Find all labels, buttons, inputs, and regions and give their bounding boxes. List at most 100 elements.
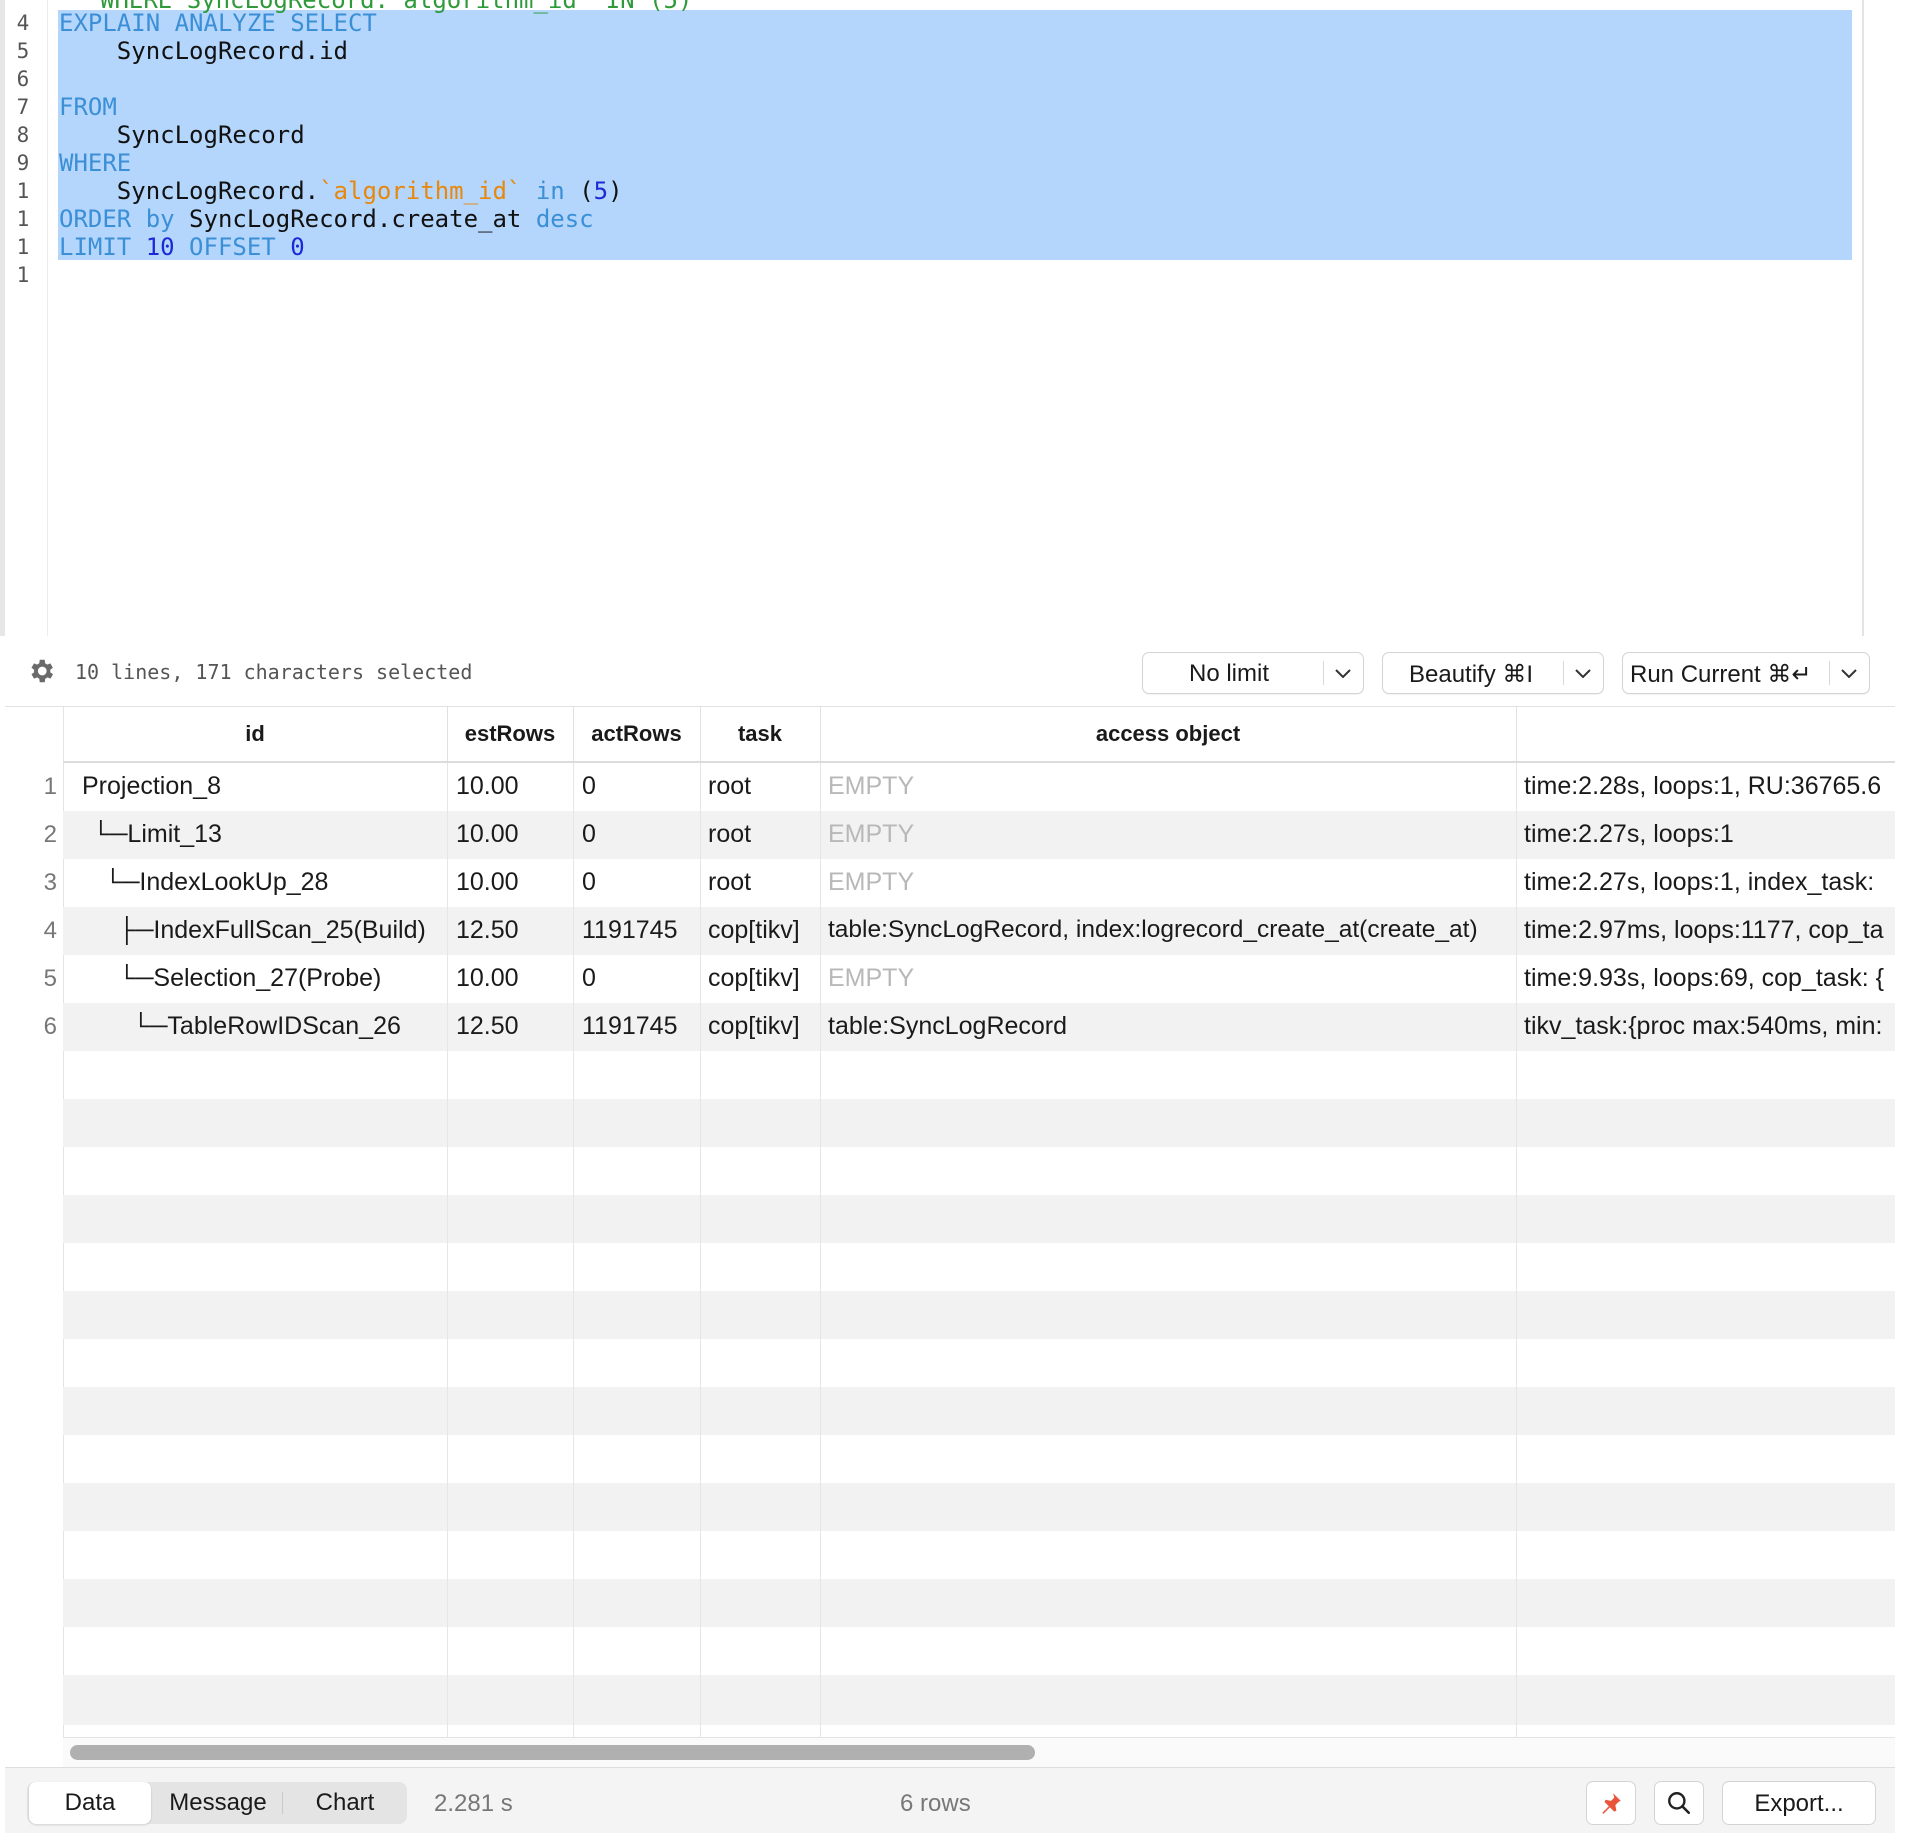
limit-label: No limit (1189, 660, 1270, 687)
cell-actrows[interactable]: 1191745 (582, 1012, 694, 1041)
column-divider (447, 707, 448, 1737)
sql-keyword: EXPLAIN ANALYZE SELECT (59, 9, 377, 37)
cell-execution-info[interactable]: time:2.97ms, loops:1177, cop_ta (1524, 916, 1895, 945)
cell-estrows[interactable]: 10.00 (456, 868, 568, 897)
cell-access-object[interactable]: EMPTY (828, 820, 1512, 849)
cell-task[interactable]: cop[tikv] (708, 964, 818, 993)
cell-task[interactable]: root (708, 868, 818, 897)
cell-access-object[interactable]: table:SyncLogRecord, index:logrecord_cre… (828, 916, 1514, 944)
code-line: EXPLAIN ANALYZE SELECT (59, 9, 377, 37)
limit-dropdown[interactable]: No limit (1142, 652, 1364, 694)
editor-scrollbar[interactable] (1862, 0, 1864, 636)
scrollbar-thumb[interactable] (70, 1745, 1035, 1760)
cell-access-object[interactable]: EMPTY (828, 772, 1512, 801)
line-number: 5 (16, 39, 30, 63)
cell-id[interactable]: └─IndexLookUp_28 (104, 868, 442, 897)
row-number: 5 (43, 965, 57, 992)
cell-actrows[interactable]: 1191745 (582, 916, 694, 945)
cell-estrows[interactable]: 12.50 (456, 1012, 568, 1041)
code-text: ( (579, 177, 594, 205)
sql-keyword: FROM (59, 93, 117, 121)
column-header-id[interactable]: id (63, 707, 448, 761)
cell-id[interactable]: └─TableRowIDScan_26 (132, 1012, 445, 1041)
cell-task[interactable]: root (708, 772, 818, 801)
chevron-down-icon[interactable] (1571, 661, 1595, 685)
gear-icon[interactable] (26, 656, 56, 686)
search-button[interactable] (1654, 1781, 1704, 1825)
line-number: 4 (16, 11, 30, 35)
cell-task[interactable]: cop[tikv] (708, 1012, 818, 1041)
code-line: SyncLogRecord.`algorithm_id` in (5) (59, 177, 623, 205)
cell-execution-info[interactable]: time:2.28s, loops:1, RU:36765.6 (1524, 772, 1895, 801)
row-count: 6 rows (900, 1790, 971, 1817)
cell-access-object[interactable]: EMPTY (828, 868, 1512, 897)
cell-access-object[interactable]: table:SyncLogRecord (828, 1012, 1512, 1041)
cell-estrows[interactable]: 12.50 (456, 916, 568, 945)
cell-estrows[interactable]: 10.00 (456, 964, 568, 993)
sql-keyword: desc (535, 205, 594, 233)
cell-task[interactable]: root (708, 820, 818, 849)
cell-actrows[interactable]: 0 (582, 820, 694, 849)
column-header-execution-info[interactable] (1516, 707, 1895, 761)
query-duration: 2.281 s (434, 1790, 513, 1817)
export-button[interactable]: Export... (1722, 1781, 1876, 1825)
pin-button[interactable] (1586, 1781, 1636, 1825)
cell-id[interactable]: └─Limit_13 (92, 820, 442, 849)
search-icon (1668, 1792, 1691, 1815)
run-current-label: Run Current ⌘↵ (1630, 661, 1812, 688)
run-current-button[interactable]: Run Current ⌘↵ (1622, 652, 1870, 694)
row-number-column (5, 707, 64, 1737)
sql-keyword: LIMIT (59, 233, 132, 261)
code-text: ) (608, 177, 623, 205)
column-divider (573, 707, 574, 1737)
tab-message[interactable]: Message (155, 1782, 281, 1824)
code-line: SyncLogRecord (59, 121, 305, 149)
pin-icon (1602, 1793, 1621, 1814)
line-number: 8 (16, 123, 30, 147)
cell-id[interactable]: └─Selection_27(Probe) (118, 964, 445, 993)
row-stripe (63, 1099, 1895, 1147)
column-header-access-object[interactable]: access object (820, 707, 1517, 761)
sql-keyword: WHERE (59, 149, 132, 177)
row-number: 2 (43, 821, 57, 848)
column-header-estrows[interactable]: estRows (447, 707, 574, 761)
beautify-button[interactable]: Beautify ⌘I (1382, 652, 1604, 694)
cell-access-object[interactable]: EMPTY (828, 964, 1512, 993)
cell-execution-info[interactable]: time:2.27s, loops:1, index_task: (1524, 868, 1895, 897)
divider (1829, 661, 1830, 685)
code-text: SyncLogRecord.create_at (174, 205, 536, 233)
row-stripe (63, 1195, 1895, 1243)
cell-task[interactable]: cop[tikv] (708, 916, 818, 945)
tab-data[interactable]: Data (29, 1782, 151, 1824)
sql-number: 0 (275, 233, 305, 261)
divider (282, 1792, 283, 1814)
chevron-down-icon[interactable] (1837, 661, 1861, 685)
cell-actrows[interactable]: 0 (582, 964, 694, 993)
row-stripe (63, 1483, 1895, 1531)
cell-execution-info[interactable]: time:9.93s, loops:69, cop_task: { (1524, 964, 1895, 993)
column-divider (700, 707, 701, 1737)
sql-identifier: `algorithm_id` (319, 177, 522, 205)
column-divider (820, 707, 821, 1737)
chevron-down-icon[interactable] (1331, 661, 1355, 685)
column-header-task[interactable]: task (700, 707, 821, 761)
column-header-actrows[interactable]: actRows (573, 707, 701, 761)
header-divider (63, 761, 1895, 763)
cell-actrows[interactable]: 0 (582, 772, 694, 801)
tab-chart[interactable]: Chart (285, 1782, 405, 1824)
row-stripe (63, 1387, 1895, 1435)
line-number: 1 (16, 263, 30, 287)
code-line: WHERE (59, 149, 131, 177)
line-number: 7 (16, 95, 30, 119)
selection-status: 10 lines, 171 characters selected (75, 660, 473, 684)
cell-execution-info[interactable]: tikv_task:{proc max:540ms, min: (1524, 1012, 1895, 1041)
column-divider (1516, 707, 1517, 1737)
cell-estrows[interactable]: 10.00 (456, 772, 568, 801)
cell-actrows[interactable]: 0 (582, 868, 694, 897)
cell-execution-info[interactable]: time:2.27s, loops:1 (1524, 820, 1895, 849)
cell-estrows[interactable]: 10.00 (456, 820, 568, 849)
sql-keyword: ORDER by (59, 205, 175, 233)
cell-id[interactable]: ├─IndexFullScan_25(Build) (118, 916, 445, 945)
cell-id[interactable]: Projection_8 (82, 772, 442, 801)
row-number: 6 (43, 1013, 57, 1040)
